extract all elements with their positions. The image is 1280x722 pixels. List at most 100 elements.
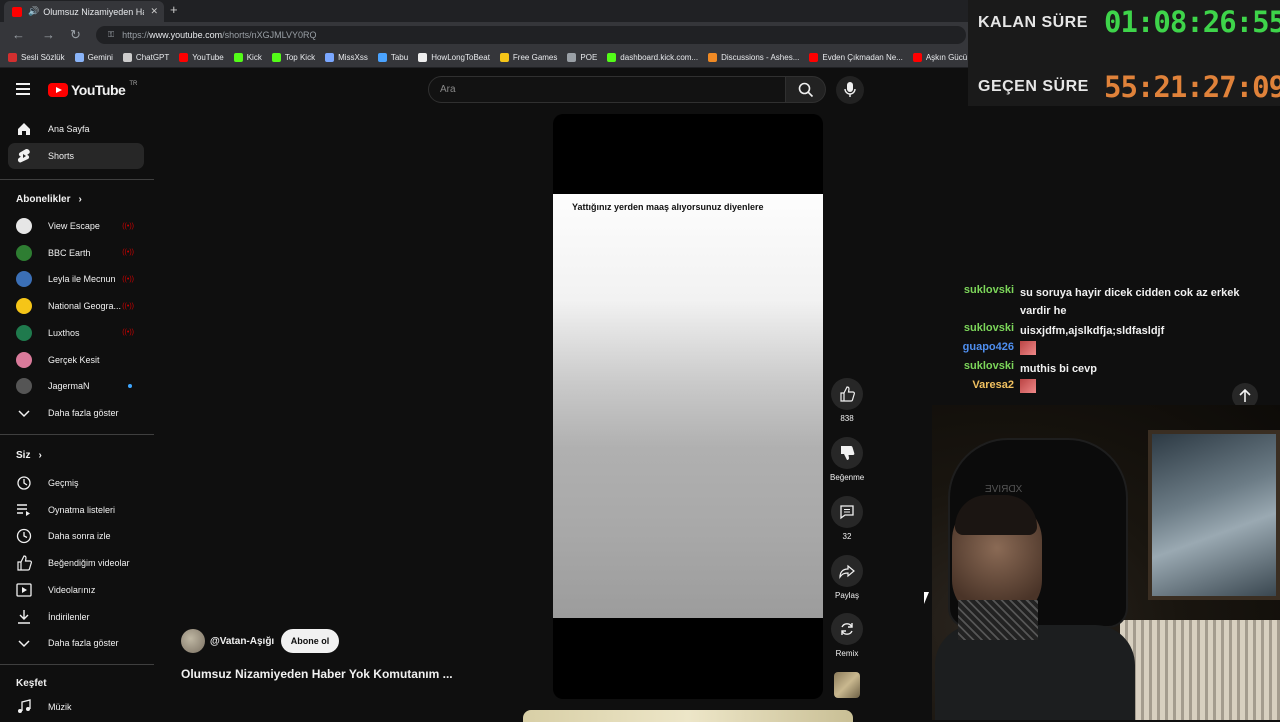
sidebar-item[interactable]: Daha sonra izle — [8, 523, 144, 549]
youtube-play-icon — [48, 83, 68, 97]
chat-message: suklovski su soruya hayir dicek cidden co… — [940, 284, 1260, 320]
short-title[interactable]: Olumsuz Nizamiyeden Haber Yok Komutanım … — [181, 667, 453, 681]
next-short-preview[interactable] — [523, 710, 853, 722]
sidebar-item[interactable]: Oynatma listeleri — [8, 497, 144, 523]
sidebar-item[interactable]: JagermaN — [8, 373, 144, 399]
channel-avatar-icon — [16, 351, 32, 368]
bookmark-item[interactable]: HowLongToBeat — [418, 53, 490, 62]
youtube-logo[interactable]: YouTube TR — [48, 81, 137, 98]
new-content-dot — [128, 384, 132, 389]
voice-search-button[interactable] — [836, 76, 864, 104]
sidebar-section-heading: Keşfet — [16, 678, 47, 689]
search-input[interactable]: Ara — [428, 76, 786, 103]
sidebar-item-label: Videolarınız — [48, 584, 96, 595]
bookmark-item[interactable]: Kick — [233, 53, 262, 62]
emote-icon — [1020, 379, 1036, 393]
bookmark-item[interactable]: Evden Çıkmadan Ne... — [809, 53, 903, 62]
sidebar-item[interactable]: Ana Sayfa — [8, 116, 144, 142]
bookmark-label: Discussions - Ashes... — [721, 53, 800, 62]
comments-button[interactable]: 32 — [830, 496, 864, 541]
logo-text: YouTube — [71, 82, 126, 98]
menu-icon[interactable] — [16, 83, 30, 95]
back-icon[interactable]: ← — [12, 27, 25, 42]
bookmark-label: Evden Çıkmadan Ne... — [822, 53, 903, 62]
forward-icon[interactable]: → — [42, 27, 55, 42]
remaining-time-value: 01:08:26:55 — [1104, 5, 1280, 39]
chat-text — [1020, 379, 1260, 399]
close-tab-icon[interactable]: ✕ — [150, 6, 158, 17]
sidebar-item[interactable]: Müzik — [8, 694, 144, 720]
channel-name[interactable]: @Vatan-Aşığı — [210, 636, 274, 647]
bookmark-item[interactable]: Top Kick — [271, 53, 315, 62]
bookmark-item[interactable]: Free Games — [499, 53, 558, 62]
bookmark-label: HowLongToBeat — [431, 53, 490, 62]
bookmark-item[interactable]: Tabu — [377, 53, 409, 62]
site-info-icon[interactable]: ⚿ — [108, 30, 114, 40]
channel-avatar — [16, 218, 32, 234]
sidebar-item[interactable]: Beğendiğim videolar — [8, 550, 144, 576]
channel-avatar-icon — [16, 324, 32, 341]
bookmark-favicon-icon — [912, 53, 922, 62]
channel-avatar — [16, 244, 32, 261]
sound-thumbnail[interactable] — [834, 672, 860, 698]
url-host: www.youtube.com — [149, 30, 223, 40]
like-button[interactable]: 838 — [830, 378, 864, 423]
sidebar-item[interactable]: BBC Earth ((•)) — [8, 240, 144, 266]
bookmark-item[interactable]: dashboard.kick.com... — [607, 53, 698, 62]
search-button[interactable] — [786, 76, 826, 103]
bookmark-favicon-icon — [418, 53, 428, 62]
bookmark-item[interactable]: MissXss — [325, 53, 368, 62]
sidebar: Ana Sayfa Shorts Abonelikler › View Escape ((… — [0, 112, 154, 720]
new-tab-icon[interactable]: + — [170, 2, 178, 17]
sidebar-item[interactable]: Geçmiş — [8, 470, 144, 496]
sidebar-item[interactable]: View Escape ((•)) — [8, 213, 144, 239]
sidebar-item[interactable]: Leyla ile Mecnun ((•)) — [8, 266, 144, 292]
bookmark-item[interactable]: ChatGPT — [122, 53, 169, 62]
sidebar-item[interactable]: Shorts — [8, 143, 144, 169]
bookmark-label: dashboard.kick.com... — [620, 53, 699, 62]
reload-icon[interactable]: ↻ — [70, 27, 81, 43]
channel-avatar-icon — [16, 271, 32, 288]
sidebar-item-label: BBC Earth — [48, 247, 91, 258]
bookmark-item[interactable]: Discussions - Ashes... — [708, 53, 799, 62]
bookmark-favicon-icon — [122, 53, 132, 62]
bookmark-favicon-icon — [809, 53, 819, 62]
sidebar-item-label: Shorts — [48, 151, 75, 161]
sidebar-section-heading[interactable]: Abonelikler › — [16, 194, 82, 205]
bookmark-label: Tabu — [390, 53, 409, 62]
bookmark-item[interactable]: POE — [567, 53, 597, 62]
sidebar-item[interactable]: Gerçek Kesit — [8, 347, 144, 373]
chevron-right-icon: › — [38, 450, 42, 461]
tab-title: Olumsuz Nizamiyeden Haber — [43, 6, 144, 17]
share-button[interactable]: Paylaş — [830, 555, 864, 600]
dislike-button[interactable]: Beğenme — [830, 437, 864, 482]
address-bar[interactable]: ⚿ https://www.youtube.com/shorts/nXGJMLV… — [96, 26, 966, 44]
sidebar-item[interactable]: National Geogra... ((•)) — [8, 293, 144, 319]
bookmark-favicon-icon — [271, 53, 281, 62]
emote-icon — [1020, 341, 1036, 355]
sidebar-item[interactable]: İndirilenler — [8, 604, 144, 630]
browser-tab[interactable]: 🔊 Olumsuz Nizamiyeden Haber ✕ — [4, 1, 164, 22]
bookmark-label: Free Games — [512, 53, 558, 62]
bookmark-item[interactable]: YouTube — [179, 53, 224, 62]
speaker-icon[interactable]: 🔊 — [28, 6, 39, 17]
sidebar-item[interactable]: Luxthos ((•)) — [8, 320, 144, 346]
sidebar-item-label: National Geogra... — [48, 301, 122, 312]
webcam-person-scarf — [958, 600, 1038, 640]
remix-button[interactable]: Remix — [830, 613, 864, 658]
sidebar-item[interactable]: Videolarınız — [8, 577, 144, 603]
sidebar-item-label: Daha fazla göster — [48, 638, 119, 649]
bookmark-label: Gemini — [87, 53, 113, 62]
sidebar-item[interactable]: Daha fazla göster — [8, 400, 144, 426]
sidebar-item-label: Beğendiğim videolar — [48, 558, 130, 569]
playlists-icon — [16, 502, 32, 518]
bookmark-item[interactable]: Sesli Sözlük — [8, 53, 65, 62]
subscribe-button[interactable]: Abone ol — [281, 629, 339, 653]
bookmark-item[interactable]: Gemini — [74, 53, 113, 62]
dislike-label: Beğenme — [830, 473, 865, 482]
live-icon: ((•)) — [122, 249, 134, 257]
sidebar-item[interactable]: Daha fazla göster — [8, 630, 144, 656]
channel-avatar[interactable] — [181, 629, 205, 653]
sidebar-section-heading[interactable]: Siz › — [16, 450, 42, 461]
short-video-frame[interactable] — [553, 194, 823, 618]
